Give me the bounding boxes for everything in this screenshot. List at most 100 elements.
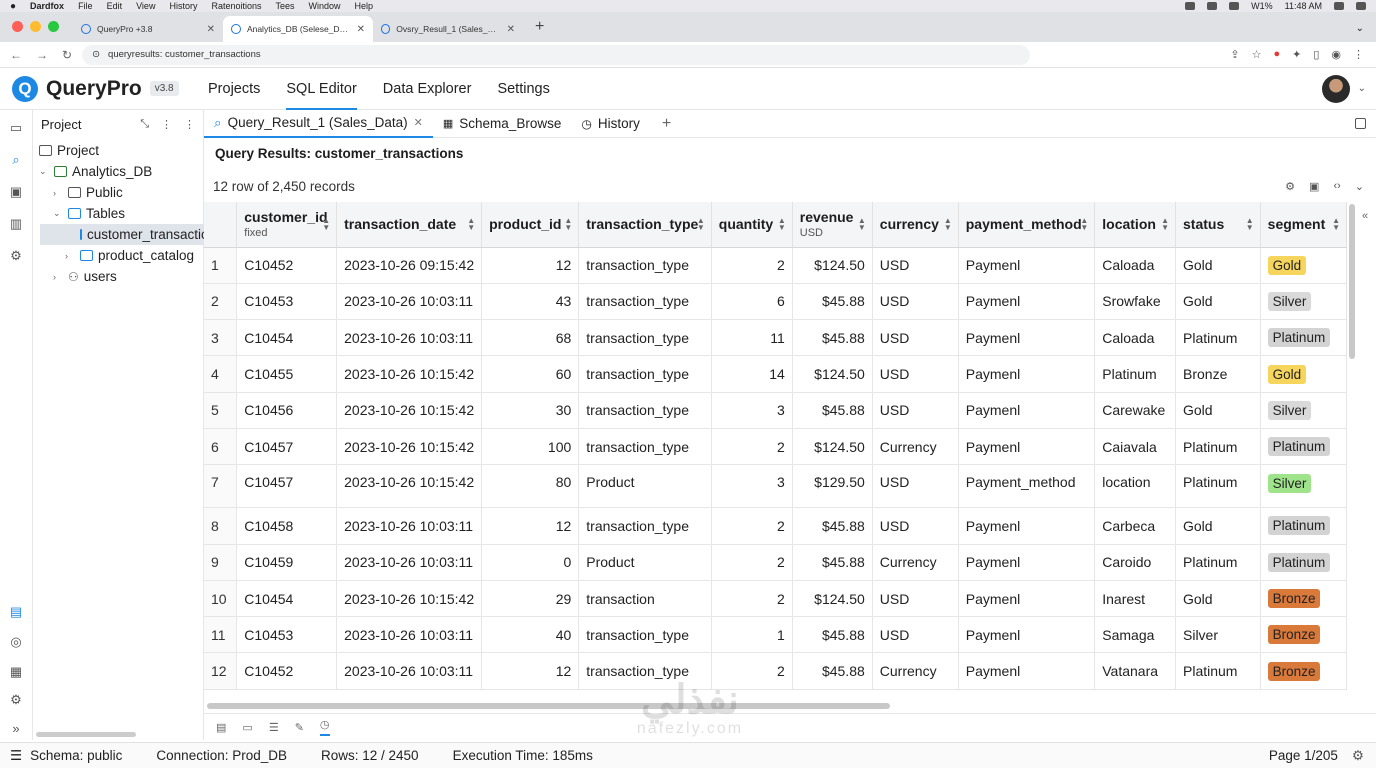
table-cell[interactable]: $45.88 <box>792 544 873 581</box>
table-cell[interactable]: C10457 <box>236 428 338 466</box>
table-cell[interactable]: 80 <box>481 464 580 509</box>
database-icon[interactable]: ▤ <box>216 721 226 734</box>
nav-projects[interactable]: Projects <box>208 68 260 110</box>
tab-schema-browse[interactable]: ▦ Schema_Browse <box>433 110 571 138</box>
header-cell[interactable]: currency ▲ ▼ <box>872 202 959 248</box>
table-row[interactable]: 9 C10459 2023-10-26 10:03:11 0 Product 2 $45.8… <box>204 544 1347 581</box>
table-cell[interactable]: Bronze <box>1260 652 1347 690</box>
table-cell[interactable]: Currency <box>872 544 959 581</box>
table-cell[interactable]: Platinum <box>1175 464 1261 509</box>
table-cell[interactable]: $45.88 <box>792 507 873 545</box>
table-cell[interactable]: Gold <box>1175 283 1261 321</box>
tree-item-users[interactable]: › ⚇ users <box>53 266 117 287</box>
export-icon[interactable]: ▣ <box>1309 180 1319 193</box>
chevron-right-icon[interactable]: › <box>65 251 75 261</box>
add-tab-button[interactable]: + <box>650 115 683 133</box>
table-cell[interactable]: Gold <box>1175 247 1261 284</box>
zoom-window-button[interactable] <box>48 21 59 32</box>
vertical-scrollbar[interactable] <box>1349 204 1355 359</box>
table-cell[interactable]: Gold <box>1260 247 1347 284</box>
puzzle-icon[interactable]: ✦ <box>1292 48 1301 61</box>
table-cell[interactable]: Caroido <box>1094 544 1176 581</box>
table-cell[interactable]: 6 <box>711 283 793 321</box>
table-cell[interactable]: Paymenl <box>958 392 1096 429</box>
battery-label[interactable]: W1% <box>1251 1 1273 11</box>
table-cell[interactable]: 3 <box>711 392 793 429</box>
table-cell[interactable]: Bronze <box>1260 616 1347 654</box>
table-cell[interactable]: Platinum <box>1094 355 1176 393</box>
avatar[interactable] <box>1321 74 1350 103</box>
folder-icon[interactable]: ▭ <box>242 721 252 734</box>
table-cell[interactable]: Gold <box>1175 392 1261 429</box>
table-row[interactable]: 3 C10454 2023-10-26 10:03:11 68 transaction_… <box>204 319 1347 357</box>
browser-tab[interactable]: QueryPro +3.8 ✕ <box>73 16 223 42</box>
table-row[interactable]: 8 C10458 2023-10-26 10:03:11 12 transaction_… <box>204 507 1347 545</box>
table-cell[interactable]: 0 <box>481 544 580 581</box>
collapse-panel-icon[interactable]: « <box>1362 210 1368 222</box>
table-cell[interactable]: transaction_type <box>578 428 712 466</box>
table-cell[interactable]: Paymenl <box>958 428 1096 466</box>
sidepanel-icon[interactable]: ▯ <box>1313 48 1319 61</box>
horizontal-scrollbar[interactable] <box>207 703 890 709</box>
table-cell[interactable]: 2023-10-26 10:15:42 <box>336 464 483 509</box>
chevron-right-icon[interactable]: › <box>53 272 63 282</box>
sort-icon[interactable]: ▲ ▼ <box>1080 217 1088 232</box>
nav-data-explorer[interactable]: Data Explorer <box>383 68 472 110</box>
sort-icon[interactable]: ▲ ▼ <box>858 217 866 232</box>
close-icon[interactable]: ✕ <box>357 24 365 35</box>
menubar-item-window[interactable]: Window <box>309 1 341 11</box>
table-cell[interactable]: 12 <box>481 652 580 690</box>
menubar-item-bookmarks[interactable]: Ratenoitions <box>211 1 261 11</box>
table-cell[interactable]: USD <box>872 464 959 509</box>
table-cell[interactable]: Vatanara <box>1094 652 1176 690</box>
profile-icon[interactable]: ◉ <box>1331 48 1341 61</box>
table-cell[interactable]: C10457 <box>236 464 338 509</box>
menubar-item-help[interactable]: Help <box>355 1 374 11</box>
nav-sql-editor[interactable]: SQL Editor <box>286 68 358 110</box>
apple-icon[interactable]: ● <box>10 1 16 12</box>
table-cell[interactable]: Product <box>578 544 712 581</box>
header-cell[interactable]: revenue USD ▲ ▼ <box>792 202 873 248</box>
table-cell[interactable]: 12 <box>481 507 580 545</box>
table-cell[interactable]: 12 <box>481 247 580 284</box>
table-cell[interactable]: Carbeca <box>1094 507 1176 545</box>
sort-icon[interactable]: ▲ ▼ <box>1332 217 1340 232</box>
table-cell[interactable]: transaction_type <box>578 392 712 429</box>
tree-item-product-catalog[interactable]: › product_catalog <box>65 245 194 266</box>
reload-icon[interactable]: ↻ <box>62 48 72 62</box>
chevron-down-icon[interactable]: ⌄ <box>1358 83 1366 94</box>
table-cell[interactable]: Caloada <box>1094 319 1176 357</box>
table-cell[interactable]: C10458 <box>236 507 338 545</box>
table-cell[interactable]: 2023-10-26 10:15:42 <box>336 580 483 618</box>
gear-icon[interactable]: ⚙ <box>8 248 24 264</box>
table-cell[interactable]: transaction_type <box>578 283 712 321</box>
table-cell[interactable]: 2023-10-26 10:03:11 <box>336 652 483 690</box>
table-cell[interactable]: location <box>1094 464 1176 509</box>
chevron-down-icon[interactable]: ⌄ <box>39 166 49 177</box>
table-cell[interactable]: Platinum <box>1175 319 1261 357</box>
table-cell[interactable]: Platinum <box>1175 652 1261 690</box>
status-icon[interactable] <box>1185 2 1196 10</box>
header-cell[interactable]: transaction_date ▲ ▼ <box>336 202 483 248</box>
close-icon[interactable]: ✕ <box>414 116 423 129</box>
control-center-icon[interactable] <box>1356 2 1366 10</box>
more-icon[interactable]: ⋮ <box>184 118 195 131</box>
table-cell[interactable]: $124.50 <box>792 428 873 466</box>
table-cell[interactable]: transaction <box>578 580 712 618</box>
back-icon[interactable]: ← <box>10 48 22 62</box>
table-cell[interactable]: 2023-10-26 10:15:42 <box>336 428 483 466</box>
table-cell[interactable]: USD <box>872 580 959 618</box>
minimize-window-button[interactable] <box>30 21 41 32</box>
sort-icon[interactable]: ▲ ▼ <box>778 217 786 232</box>
menubar-item-view[interactable]: View <box>136 1 155 11</box>
more-icon[interactable]: ⋮ <box>1353 48 1364 61</box>
sort-icon[interactable]: ▲ ▼ <box>1246 217 1254 232</box>
table-cell[interactable]: 14 <box>711 355 793 393</box>
browser-tab-active[interactable]: Analytics_DB (Selese_Data ✕ <box>223 16 373 42</box>
folder-icon[interactable]: ▭ <box>8 120 24 136</box>
table-cell[interactable]: 30 <box>481 392 580 429</box>
edit-icon[interactable]: ✎ <box>295 721 304 734</box>
schema-icon[interactable]: ▣ <box>8 184 24 200</box>
table-cell[interactable]: 43 <box>481 283 580 321</box>
table-cell[interactable]: 29 <box>481 580 580 618</box>
